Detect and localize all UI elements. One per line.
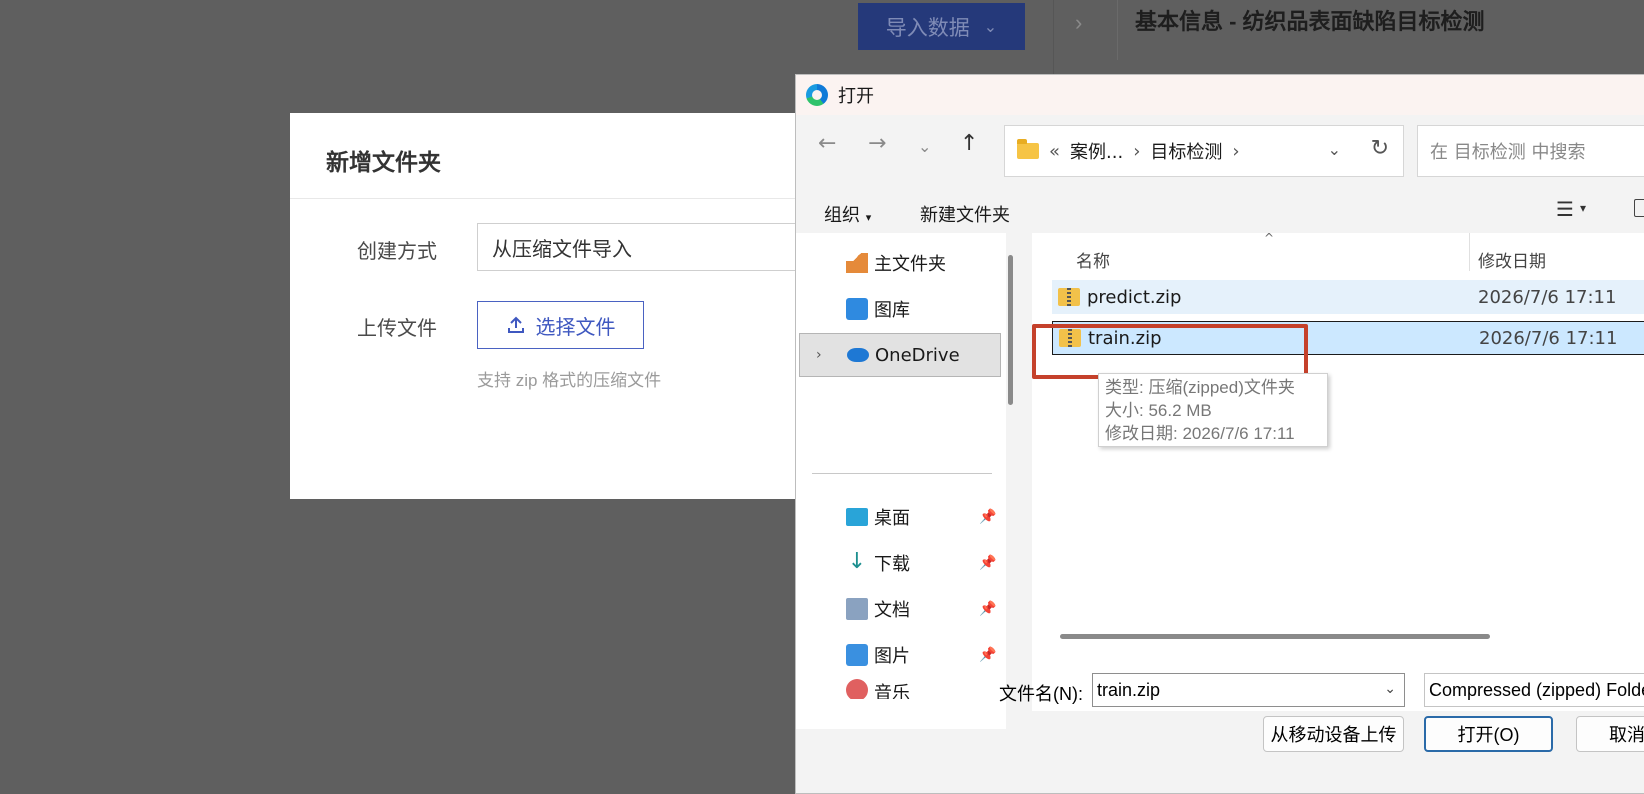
address-dropdown-icon[interactable]: ⌄ (1328, 140, 1341, 159)
file-tooltip: 类型: 压缩(zipped)文件夹 大小: 56.2 MB 修改日期: 2026… (1098, 373, 1328, 447)
divider (1117, 0, 1118, 60)
pin-icon[interactable]: 📌 (979, 647, 996, 663)
caret-down-icon: ▾ (865, 211, 872, 224)
nav-item-desktop[interactable]: 桌面 📌 (796, 495, 1001, 539)
organize-label: 组织 (824, 205, 860, 226)
filename-label: 文件名(N): (999, 684, 1083, 704)
page-title: 基本信息 - 纺织品表面缺陷目标检测 (1135, 9, 1485, 34)
file-list-scrollbar[interactable] (1060, 634, 1490, 639)
file-date: 2026/7/6 17:11 (1479, 327, 1618, 349)
nav-item-label: 下载 (874, 554, 910, 575)
sort-ascending-icon: ^ (1264, 231, 1275, 245)
divider[interactable] (1469, 233, 1470, 271)
nav-scrollbar[interactable] (1008, 255, 1013, 405)
divider (290, 198, 810, 199)
nav-item-music[interactable]: 音乐 (796, 679, 1001, 699)
pin-icon[interactable]: 📌 (979, 555, 996, 571)
overflow-chevron-icon[interactable]: « (1049, 141, 1060, 162)
chevron-right-icon: › (1133, 140, 1141, 162)
filename-value: train.zip (1097, 679, 1161, 700)
desktop-icon (846, 508, 868, 526)
nav-item-onedrive[interactable]: › OneDrive (799, 333, 1001, 377)
organize-menu[interactable]: 组织 ▾ (824, 201, 871, 227)
tooltip-size: 大小: 56.2 MB (1105, 401, 1212, 420)
address-bar[interactable]: « 案例... › 目标检测 › ⌄ ↻ (1004, 125, 1404, 177)
highlight-box (1032, 324, 1308, 379)
nav-item-documents[interactable]: 文档 📌 (796, 587, 1001, 631)
breadcrumb-item[interactable]: 目标检测 (1150, 138, 1222, 164)
column-header-name[interactable]: 名称 (1076, 247, 1110, 272)
view-options-icon[interactable]: ☰ (1556, 197, 1574, 221)
chevron-right-icon[interactable]: › (1075, 10, 1082, 36)
tooltip-modified: 修改日期: 2026/7/6 17:11 (1105, 424, 1295, 443)
upload-file-label: 上传文件 (357, 318, 437, 340)
upload-from-mobile-button[interactable]: 从移动设备上传 (1263, 716, 1404, 752)
upload-hint: 支持 zip 格式的压缩文件 (477, 371, 662, 390)
pictures-icon (846, 644, 868, 666)
nav-item-label: OneDrive (875, 344, 960, 366)
download-icon: ↓ (847, 549, 867, 574)
pin-icon[interactable]: 📌 (979, 601, 996, 617)
cancel-button[interactable]: 取消 (1576, 716, 1644, 752)
nav-item-label: 图片 (874, 646, 910, 667)
nav-item-label: 桌面 (874, 508, 910, 529)
new-folder-button[interactable]: 新建文件夹 (920, 201, 1010, 227)
preview-pane-icon[interactable] (1634, 199, 1644, 217)
create-method-select[interactable]: 从压缩文件导入 (477, 223, 817, 271)
import-data-button[interactable]: 导入数据 ⌄ (858, 3, 1025, 50)
open-button[interactable]: 打开(O) (1424, 716, 1553, 752)
column-header-date[interactable]: 修改日期 (1478, 247, 1546, 272)
pin-icon[interactable]: 📌 (979, 509, 996, 525)
chevron-right-icon[interactable]: › (1232, 141, 1239, 162)
file-date: 2026/7/6 17:11 (1478, 286, 1617, 308)
divider (812, 473, 992, 474)
navigation-pane: 主文件夹 图库 › OneDrive 桌面 📌 ↓ 下载 📌 文档 📌 图片 📌… (796, 233, 1006, 729)
edge-browser-icon (806, 84, 828, 106)
new-folder-modal: 新增文件夹 创建方式 从压缩文件导入 上传文件 选择文件 支持 zip 格式的压… (290, 113, 817, 499)
create-method-label: 创建方式 (357, 241, 437, 263)
folder-icon (1017, 139, 1039, 159)
zip-folder-icon (1058, 288, 1080, 306)
up-arrow-icon[interactable]: ↑ (960, 131, 978, 156)
search-input[interactable]: 在 目标检测 中搜索 (1417, 125, 1644, 177)
onedrive-cloud-icon (847, 348, 869, 362)
refresh-icon[interactable]: ↻ (1371, 136, 1389, 161)
breadcrumb-item[interactable]: 案例... (1070, 138, 1123, 164)
filename-input[interactable]: train.zip ⌄ (1092, 673, 1405, 707)
nav-item-label: 图库 (874, 300, 910, 321)
forward-arrow-icon[interactable]: → (868, 131, 886, 156)
home-icon (846, 253, 868, 273)
back-arrow-icon[interactable]: ← (818, 131, 836, 156)
nav-item-label: 主文件夹 (874, 254, 946, 275)
nav-item-label: 文档 (874, 600, 910, 621)
file-row[interactable]: predict.zip 2026/7/6 17:11 (1052, 280, 1644, 314)
expand-chevron-icon[interactable]: › (816, 347, 822, 363)
nav-item-gallery[interactable]: 图库 (796, 287, 1001, 331)
import-data-label: 导入数据 (885, 16, 970, 40)
nav-item-home[interactable]: 主文件夹 (796, 241, 1001, 285)
chevron-down-icon[interactable]: ⌄ (1384, 680, 1396, 697)
chevron-down-icon: ⌄ (983, 18, 998, 36)
nav-item-label: 音乐 (874, 683, 910, 699)
gallery-icon (846, 298, 868, 320)
recent-locations-chevron-icon[interactable]: ⌄ (918, 137, 931, 156)
music-icon (846, 679, 868, 699)
file-type-select[interactable]: Compressed (zipped) Folder (1424, 673, 1644, 707)
document-icon (846, 598, 868, 620)
upload-icon (507, 316, 524, 333)
dialog-title: 打开 (838, 86, 874, 107)
file-list: ^ 名称 修改日期 predict.zip 2026/7/6 17:11 tra… (1032, 231, 1644, 711)
choose-file-label: 选择文件 (535, 316, 616, 339)
tooltip-type: 类型: 压缩(zipped)文件夹 (1105, 378, 1295, 397)
nav-item-pictures[interactable]: 图片 📌 (796, 633, 1001, 677)
modal-title: 新增文件夹 (326, 149, 441, 175)
nav-item-downloads[interactable]: ↓ 下载 📌 (796, 541, 1001, 585)
dialog-titlebar: 打开 (796, 75, 1644, 115)
caret-down-icon[interactable]: ▾ (1580, 201, 1586, 215)
choose-file-button[interactable]: 选择文件 (477, 301, 644, 349)
file-name: predict.zip (1087, 286, 1182, 308)
